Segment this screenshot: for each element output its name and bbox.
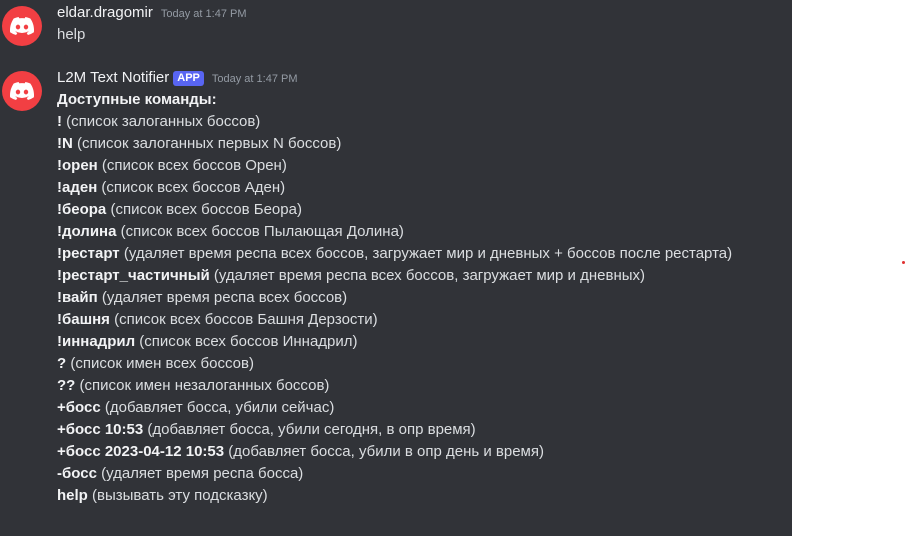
username[interactable]: eldar.dragomir — [57, 4, 153, 21]
command-line: !долина (список всех боссов Пылающая Дол… — [57, 221, 732, 243]
command-name: +босс 2023-04-12 10:53 — [57, 443, 225, 460]
command-desc: (удаляет время респа всех боссов, загруж… — [209, 267, 646, 284]
command-line: +босс 2023-04-12 10:53 (добавляет босса,… — [57, 441, 732, 463]
command-line: +босс (добавляет босса, убили сейчас) — [57, 397, 732, 419]
command-name: !N — [57, 135, 73, 152]
command-name: +босс 10:53 — [57, 421, 144, 438]
discord-logo-icon — [10, 82, 34, 100]
command-line: !иннадрил (список всех боссов Иннадрил) — [57, 331, 732, 353]
command-name: !долина — [57, 223, 117, 240]
avatar[interactable] — [2, 71, 42, 111]
message-header: L2M Text Notifier APP Today at 1:47 PM — [57, 69, 298, 87]
command-desc: (удаляет время респа всех боссов) — [97, 289, 348, 306]
timestamp[interactable]: Today at 1:47 PM — [161, 8, 247, 20]
command-line: !башня (список всех боссов Башня Дерзост… — [57, 309, 732, 331]
command-desc: (удаляет время респа всех боссов, загруж… — [119, 245, 733, 262]
command-desc: (удаляет время респа босса) — [96, 465, 304, 482]
command-desc: (список всех боссов Орен) — [97, 157, 287, 174]
command-desc: (добавляет босса, убили сейчас) — [100, 399, 335, 416]
command-line: help (вызывать эту подсказку) — [57, 485, 732, 507]
command-line: !рестарт (удаляет время респа всех боссо… — [57, 243, 732, 265]
message-header: eldar.dragomir Today at 1:47 PM — [57, 4, 247, 21]
chat-panel: eldar.dragomir Today at 1:47 PM help L2M… — [0, 0, 792, 536]
command-desc: (добавляет босса, убили в опр день и вре… — [224, 443, 544, 460]
command-desc: (вызывать эту подсказку) — [87, 487, 268, 504]
heading-text: Доступные команды: — [57, 91, 217, 108]
username[interactable]: L2M Text Notifier — [57, 69, 169, 86]
command-line: ? (список имен всех боссов) — [57, 353, 732, 375]
command-name: -босс — [57, 465, 97, 482]
command-name: +босс — [57, 399, 101, 416]
command-desc: (список всех боссов Пылающая Долина) — [116, 223, 404, 240]
command-desc: (список всех боссов Иннадрил) — [135, 333, 358, 350]
command-line: ! (список залоганных боссов) — [57, 111, 732, 133]
command-name: ?? — [57, 377, 76, 394]
commands-heading: Доступные команды: — [57, 89, 732, 111]
command-name: !орен — [57, 157, 98, 174]
command-desc: (список всех боссов Аден) — [97, 179, 286, 196]
message-content: help — [57, 26, 86, 43]
red-dot-marker — [902, 261, 905, 264]
command-desc: (список залоганных первых N боссов) — [72, 135, 342, 152]
message-content: Доступные команды: ! (список залоганных … — [57, 89, 732, 507]
command-name: help — [57, 487, 88, 504]
command-line: -босс (удаляет время респа босса) — [57, 463, 732, 485]
command-line: +босс 10:53 (добавляет босса, убили сего… — [57, 419, 732, 441]
command-line: !вайп (удаляет время респа всех боссов) — [57, 287, 732, 309]
avatar[interactable] — [2, 6, 42, 46]
timestamp[interactable]: Today at 1:47 PM — [212, 73, 298, 85]
command-name: !беора — [57, 201, 107, 218]
command-line: ?? (список имен незалоганных боссов) — [57, 375, 732, 397]
command-desc: (список имен незалоганных боссов) — [75, 377, 330, 394]
command-line: !орен (список всех боссов Орен) — [57, 155, 732, 177]
command-line: !N (список залоганных первых N боссов) — [57, 133, 732, 155]
command-name: !рестарт_частичный — [57, 267, 210, 284]
command-line: !аден (список всех боссов Аден) — [57, 177, 732, 199]
app-badge: APP — [173, 71, 204, 86]
discord-logo-icon — [10, 17, 34, 35]
command-line: !беора (список всех боссов Беора) — [57, 199, 732, 221]
command-desc: (список всех боссов Беора) — [106, 201, 302, 218]
command-line: !рестарт_частичный (удаляет время респа … — [57, 265, 732, 287]
command-desc: (добавляет босса, убили сегодня, в опр в… — [143, 421, 476, 438]
command-name: !башня — [57, 311, 110, 328]
command-name: ? — [57, 355, 67, 372]
command-name: !вайп — [57, 289, 98, 306]
command-desc: (список имен всех боссов) — [66, 355, 254, 372]
command-name: !аден — [57, 179, 98, 196]
command-name: !иннадрил — [57, 333, 136, 350]
command-name: !рестарт — [57, 245, 120, 262]
command-desc: (список залоганных боссов) — [62, 113, 261, 130]
command-desc: (список всех боссов Башня Дерзости) — [109, 311, 378, 328]
